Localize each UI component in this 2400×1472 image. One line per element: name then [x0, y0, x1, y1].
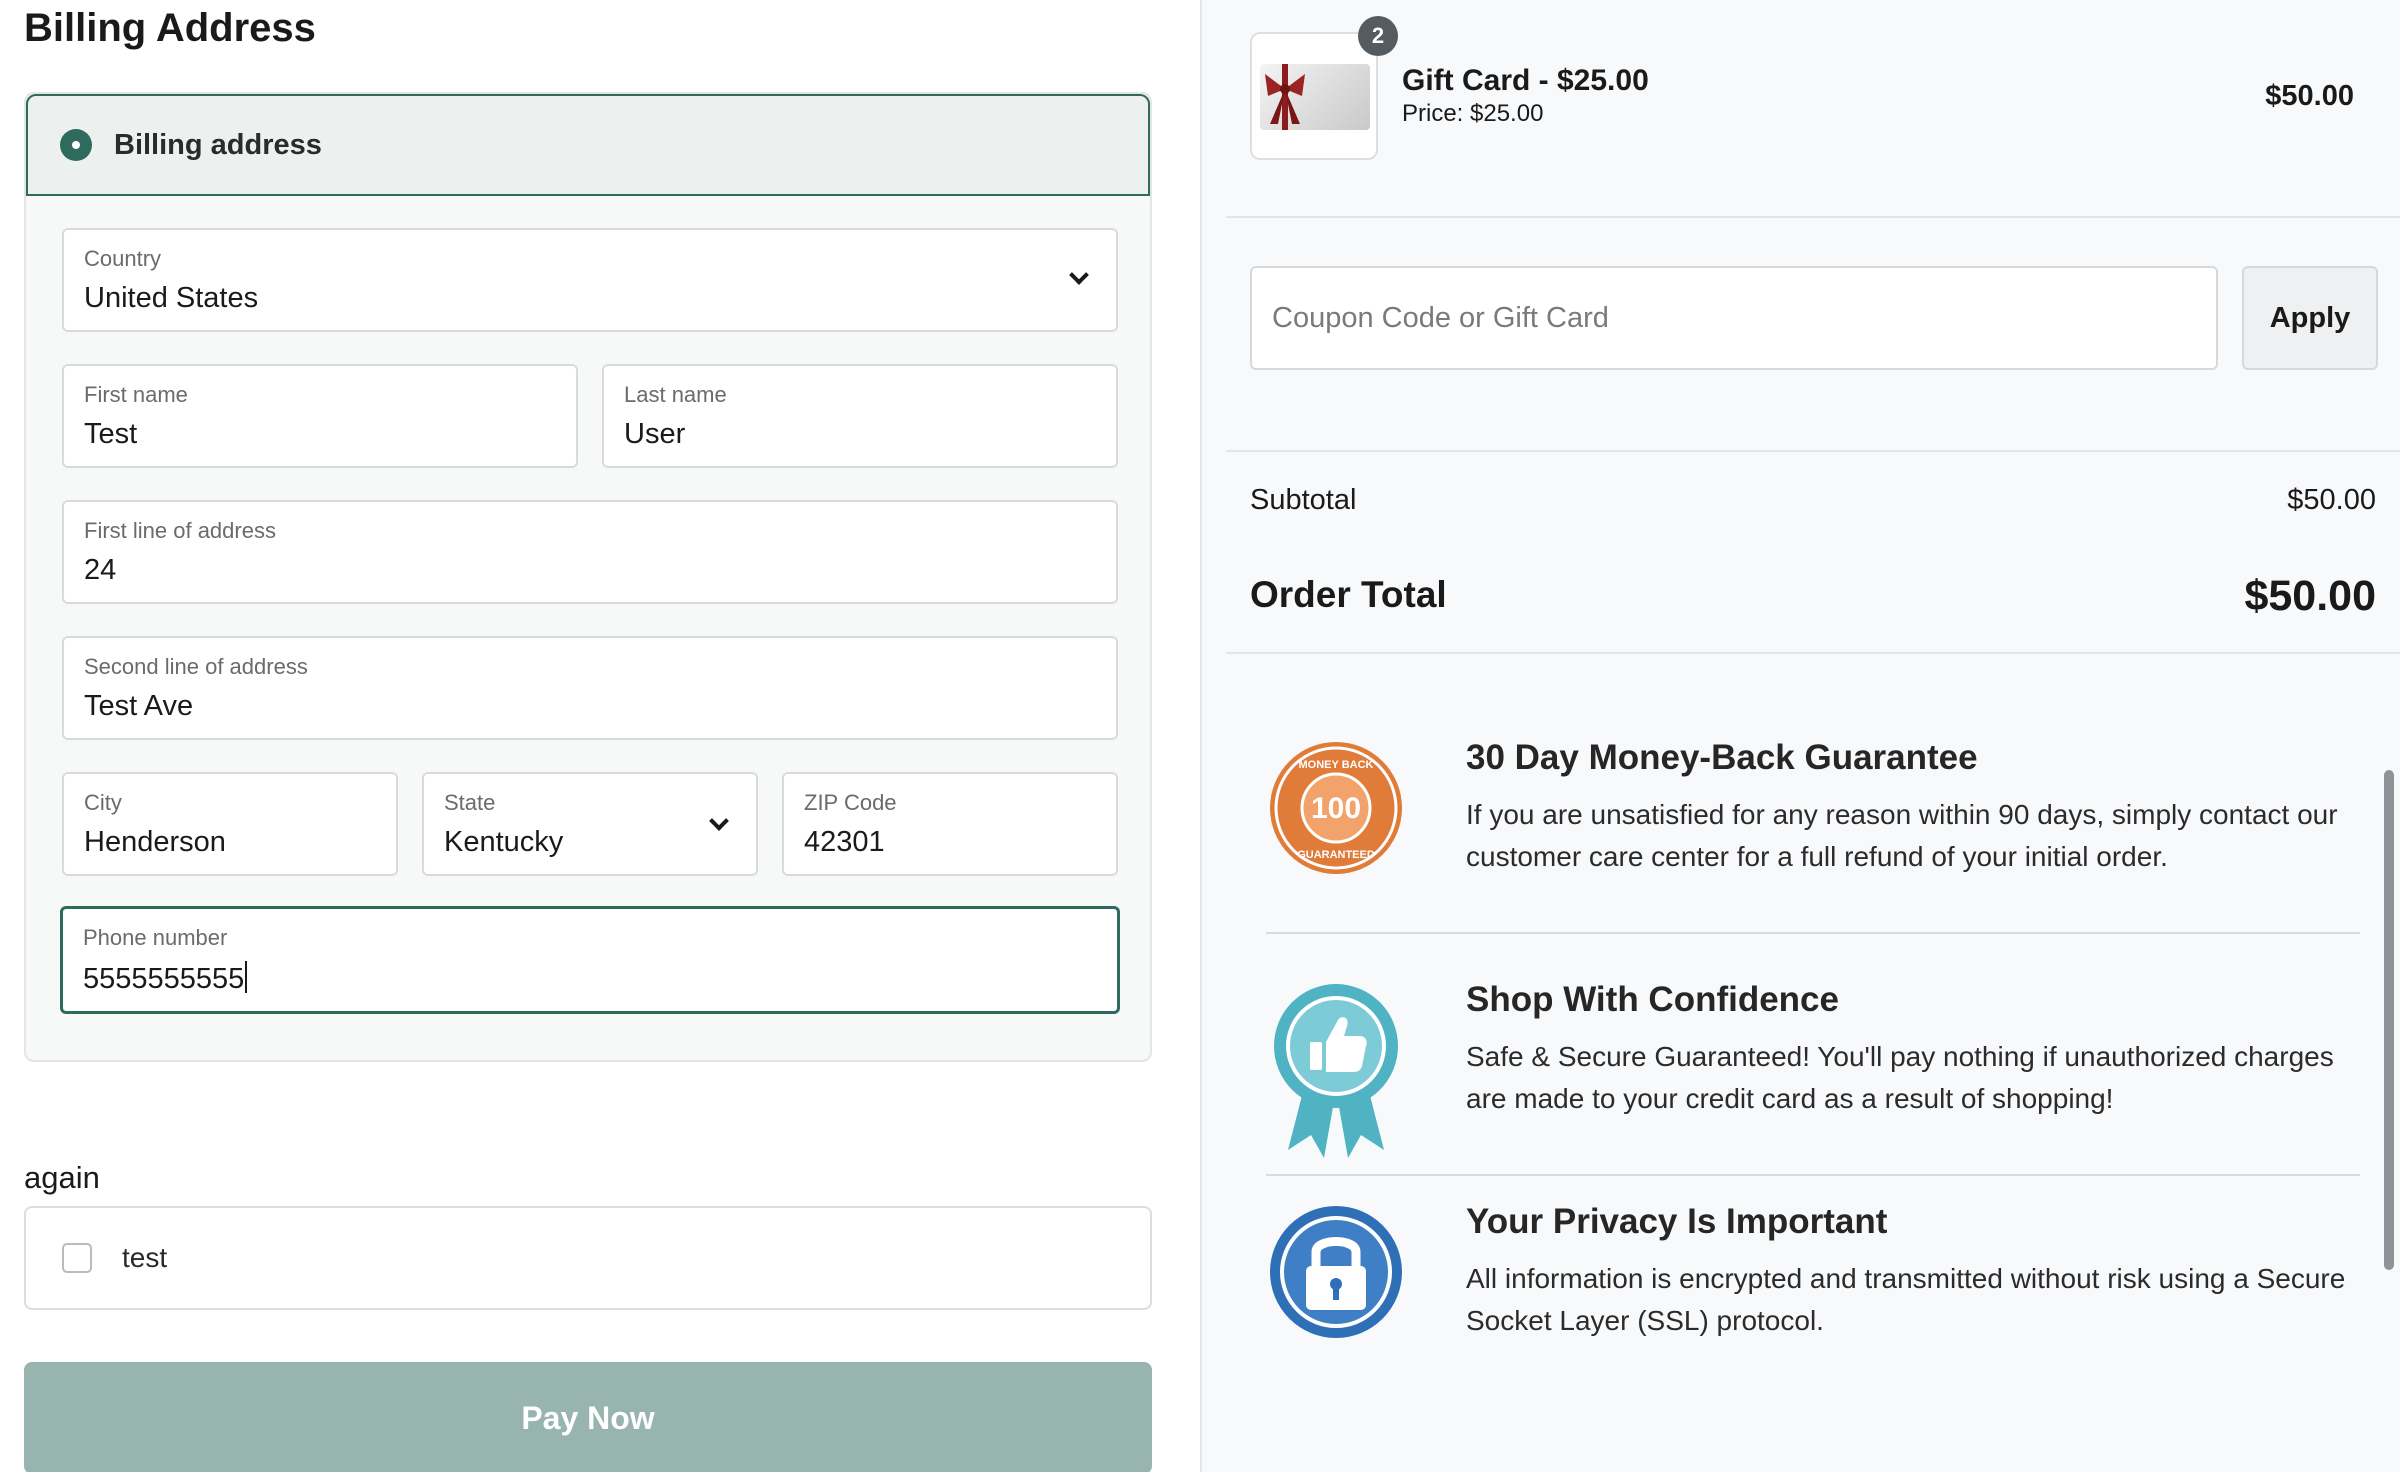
- product-price: Price: $25.00: [1402, 100, 1544, 127]
- first-name-label: First name: [84, 382, 188, 407]
- divider: [1266, 1174, 2360, 1176]
- quantity-badge: 2: [1358, 16, 1398, 56]
- zip-code-value: 42301: [804, 826, 885, 858]
- trust-title: 30 Day Money-Back Guarantee: [1466, 738, 1978, 777]
- again-section-label: again: [24, 1160, 100, 1195]
- thumbs-up-ribbon-icon: [1274, 984, 1398, 1158]
- address-line1-label: First line of address: [84, 518, 276, 543]
- trust-item-privacy: Your Privacy Is Important All informatio…: [1250, 1202, 2380, 1362]
- phone-number-value: 5555555555: [83, 963, 245, 995]
- badge-ring-top: MONEY BACK: [1299, 759, 1374, 771]
- badge-ring-bottom: GUARANTEED: [1297, 849, 1375, 861]
- state-value: Kentucky: [444, 826, 564, 858]
- last-name-value: User: [624, 418, 686, 450]
- country-label: Country: [84, 246, 162, 271]
- order-summary: 2 Gift Card - $25.00 Price: $25.00 $50.0…: [1200, 0, 2400, 1472]
- city-label: City: [84, 790, 122, 815]
- badge-number: 100: [1311, 792, 1361, 825]
- address-line2-field[interactable]: Second line of address Test Ave: [62, 636, 1118, 740]
- state-label: State: [444, 790, 496, 815]
- product-name: Gift Card - $25.00: [1402, 64, 1649, 97]
- country-select[interactable]: Country United States: [62, 228, 1118, 332]
- order-total-value: $50.00: [2244, 572, 2376, 620]
- again-option-box[interactable]: test: [24, 1206, 1152, 1310]
- country-value: United States: [84, 282, 259, 314]
- trust-item-money-back: 100 MONEY BACK GUARANTEED 30 Day Money-B…: [1250, 738, 2380, 898]
- text-caret: [245, 961, 248, 993]
- order-total-label: Order Total: [1250, 574, 1447, 615]
- apply-coupon-button[interactable]: Apply: [2242, 266, 2378, 370]
- radio-selected-icon[interactable]: [60, 129, 92, 161]
- coupon-input[interactable]: Coupon Code or Gift Card: [1250, 266, 2218, 370]
- gift-card-image: [1260, 64, 1370, 130]
- address-line2-label: Second line of address: [84, 654, 308, 679]
- trust-description: Safe & Secure Guaranteed! You'll pay not…: [1466, 1041, 2334, 1114]
- last-name-label: Last name: [624, 382, 727, 407]
- divider: [1226, 450, 2400, 452]
- address-line2-value: Test Ave: [84, 690, 194, 722]
- divider: [1226, 216, 2400, 218]
- ribbon-bow-icon: [1265, 64, 1305, 130]
- trust-description: If you are unsatisfied for any reason wi…: [1466, 799, 2338, 872]
- first-name-field[interactable]: First name Test: [62, 364, 578, 468]
- last-name-field[interactable]: Last name User: [602, 364, 1118, 468]
- chevron-down-icon: [709, 811, 729, 831]
- test-checkbox-label: test: [122, 1242, 168, 1273]
- lock-badge-icon: [1270, 1206, 1402, 1338]
- chevron-down-icon: [1069, 265, 1089, 285]
- phone-number-input: 5555555555: [83, 961, 248, 996]
- phone-number-label: Phone number: [83, 925, 228, 950]
- divider: [1266, 932, 2360, 934]
- test-checkbox[interactable]: [62, 1243, 92, 1273]
- trust-item-confidence: Shop With Confidence Safe & Secure Guara…: [1250, 980, 2380, 1160]
- billing-address-option-label: Billing address: [114, 128, 322, 161]
- address-line1-field[interactable]: First line of address 24: [62, 500, 1118, 604]
- billing-section-title: Billing Address: [24, 6, 316, 50]
- subtotal-value: $50.00: [2287, 484, 2376, 516]
- billing-address-panel: Billing address Country United States Fi…: [24, 92, 1152, 1062]
- subtotal-label: Subtotal: [1250, 484, 1357, 516]
- money-back-badge-icon: 100 MONEY BACK GUARANTEED: [1270, 742, 1402, 874]
- trust-title: Your Privacy Is Important: [1466, 1202, 1888, 1241]
- city-value: Henderson: [84, 826, 226, 858]
- state-select[interactable]: State Kentucky: [422, 772, 758, 876]
- address-line1-value: 24: [84, 554, 117, 586]
- city-field[interactable]: City Henderson: [62, 772, 398, 876]
- product-thumbnail: 2: [1250, 16, 1398, 160]
- trust-description: All information is encrypted and transmi…: [1466, 1263, 2346, 1336]
- zip-code-field[interactable]: ZIP Code 42301: [782, 772, 1118, 876]
- divider: [1226, 652, 2400, 654]
- zip-code-label: ZIP Code: [804, 790, 897, 815]
- product-line-total: $50.00: [2265, 80, 2354, 112]
- scrollbar-thumb[interactable]: [2384, 770, 2394, 1270]
- cart-item: 2 Gift Card - $25.00 Price: $25.00 $50.0…: [1250, 16, 2354, 162]
- billing-address-option[interactable]: Billing address: [26, 94, 1150, 196]
- pay-now-button[interactable]: Pay Now: [24, 1362, 1152, 1472]
- trust-title: Shop With Confidence: [1466, 980, 1839, 1019]
- phone-number-field[interactable]: Phone number 5555555555: [60, 906, 1120, 1014]
- checkout-form: Billing Address Billing address Country …: [0, 0, 1200, 1472]
- first-name-value: Test: [84, 418, 138, 450]
